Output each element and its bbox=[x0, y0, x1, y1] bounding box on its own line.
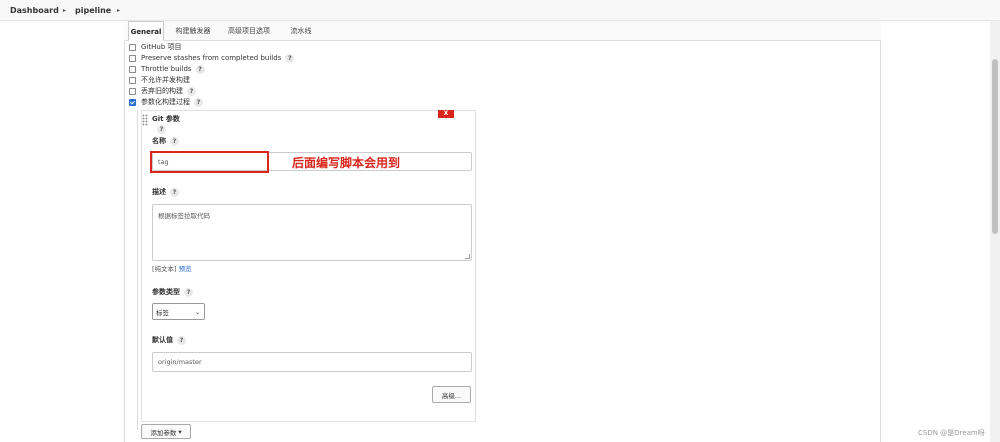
checkbox-checked[interactable] bbox=[129, 98, 136, 106]
help-icon[interactable]: ? bbox=[195, 64, 205, 74]
param-indent-line bbox=[137, 110, 138, 430]
help-icon[interactable]: ? bbox=[184, 287, 193, 297]
default-value-label: 默认值 ? bbox=[152, 335, 186, 345]
chevron-down-icon: ⌄ bbox=[194, 309, 200, 316]
preview-line: [纯文本] 预览 bbox=[152, 263, 192, 273]
chevron-right-icon[interactable]: ▸ bbox=[117, 7, 120, 14]
tab-pipeline[interactable]: 流水线 bbox=[284, 21, 318, 41]
param-type-select[interactable]: 标签 ⌄ bbox=[152, 303, 205, 320]
annotation-text: 后面编写脚本会用到 bbox=[292, 156, 401, 170]
watermark: CSDN @是Dream呀 bbox=[918, 429, 985, 437]
checkbox[interactable] bbox=[129, 65, 136, 73]
tab-build-triggers[interactable]: 构建触发器 bbox=[170, 21, 216, 41]
option-label: GitHub 项目 bbox=[141, 43, 182, 51]
option-label: 丢弃旧的构建 bbox=[141, 87, 183, 95]
breadcrumb-pipeline[interactable]: pipeline bbox=[75, 6, 111, 15]
checkbox[interactable] bbox=[129, 43, 136, 51]
description-label-text: 描述 bbox=[152, 188, 166, 196]
description-value: 根据标签拉取代码 bbox=[158, 212, 210, 220]
page-scrollbar[interactable] bbox=[990, 21, 1000, 442]
param-title: Git 参数 bbox=[152, 115, 180, 123]
option-label: 参数化构建过程 bbox=[141, 98, 190, 106]
help-icon[interactable]: ? bbox=[187, 86, 196, 96]
plain-text-label: [纯文本] bbox=[152, 265, 177, 273]
help-icon[interactable]: ? bbox=[285, 53, 295, 63]
chevron-down-icon: ▾ bbox=[178, 427, 182, 436]
help-icon[interactable]: ? bbox=[170, 136, 179, 146]
checkbox[interactable] bbox=[129, 54, 136, 62]
param-type-label-text: 参数类型 bbox=[152, 288, 180, 296]
add-parameter-button[interactable]: 添加参数 ▾ bbox=[141, 424, 191, 439]
name-label-text: 名称 bbox=[152, 137, 166, 145]
option-preserve-stashes[interactable]: Preserve stashes from completed builds ? bbox=[129, 53, 295, 63]
preview-link[interactable]: 预览 bbox=[179, 265, 192, 273]
param-type-label: 参数类型 ? bbox=[152, 287, 193, 297]
help-icon[interactable]: ? bbox=[170, 187, 179, 197]
default-value-label-text: 默认值 bbox=[152, 336, 173, 344]
annotation-highlight-box bbox=[150, 151, 269, 173]
breadcrumb-dashboard[interactable]: Dashboard bbox=[10, 6, 59, 15]
option-discard-old-builds[interactable]: 丢弃旧的构建 ? bbox=[129, 86, 196, 96]
option-parameterized-build[interactable]: 参数化构建过程 ? bbox=[129, 97, 203, 107]
option-throttle-builds[interactable]: Throttle builds ? bbox=[129, 64, 205, 74]
option-label: Throttle builds bbox=[141, 65, 192, 73]
help-icon[interactable]: ? bbox=[157, 125, 166, 134]
scrollbar-thumb[interactable] bbox=[992, 59, 998, 234]
option-label: Preserve stashes from completed builds bbox=[141, 54, 282, 62]
advanced-button[interactable]: 高级... bbox=[432, 386, 471, 403]
option-github-project[interactable]: GitHub 项目 bbox=[129, 42, 181, 52]
tab-general[interactable]: General bbox=[128, 21, 164, 41]
chevron-right-icon[interactable]: ▸ bbox=[63, 7, 66, 14]
name-label: 名称 ? bbox=[152, 136, 179, 146]
help-icon[interactable]: ? bbox=[177, 335, 186, 345]
breadcrumb-bar: Dashboard ▸ pipeline ▸ bbox=[0, 0, 1000, 21]
checkbox[interactable] bbox=[129, 87, 136, 95]
tab-advanced-project-options[interactable]: 高级项目选项 bbox=[222, 21, 276, 41]
option-no-concurrent-builds[interactable]: 不允许并发构建 bbox=[129, 75, 190, 85]
param-type-value: 标签 bbox=[156, 308, 169, 317]
delete-parameter-button[interactable]: X bbox=[438, 110, 454, 118]
resize-handle-icon[interactable] bbox=[465, 254, 470, 259]
description-textarea[interactable]: 根据标签拉取代码 bbox=[152, 204, 472, 261]
default-value-input[interactable]: origin/master bbox=[152, 352, 472, 372]
add-parameter-label: 添加参数 bbox=[150, 428, 177, 437]
help-icon[interactable]: ? bbox=[194, 97, 203, 107]
drag-handle-icon[interactable] bbox=[142, 114, 148, 126]
config-tabs: General 构建触发器 高级项目选项 流水线 bbox=[124, 21, 881, 41]
option-label: 不允许并发构建 bbox=[141, 76, 190, 84]
checkbox[interactable] bbox=[129, 76, 136, 84]
description-label: 描述 ? bbox=[152, 187, 179, 197]
